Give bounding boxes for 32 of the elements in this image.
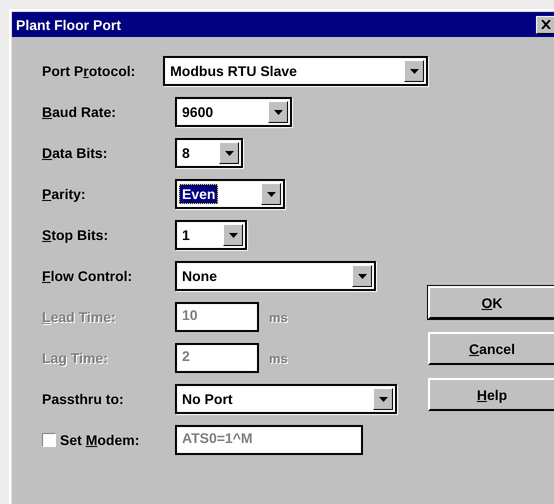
dropdown-value: 8 <box>181 144 191 163</box>
dialog-button[interactable]: Help <box>428 378 554 411</box>
field-label: Baud Rate: <box>42 104 116 120</box>
dropdown-value: 9600 <box>181 103 214 122</box>
close-icon <box>541 20 551 29</box>
field-label: Flow Control: <box>42 268 132 284</box>
dropdown[interactable]: No Port <box>175 384 397 414</box>
dropdown-value: Modbus RTU Slave <box>169 62 298 81</box>
dropdown[interactable]: 8 <box>175 138 243 168</box>
unit-label: ms <box>269 310 288 324</box>
dropdown[interactable]: 9600 <box>175 97 292 127</box>
field-label: Passthru to: <box>42 391 124 407</box>
dropdown[interactable]: None <box>175 261 376 291</box>
dropdown[interactable]: 1 <box>175 220 247 250</box>
field-label: Data Bits: <box>42 145 108 161</box>
field-label: Lead Time: <box>42 309 116 325</box>
dropdown-value: No Port <box>181 390 234 409</box>
dialog-button[interactable]: OK <box>428 286 554 319</box>
field-label: Parity: <box>42 186 86 202</box>
dropdown[interactable]: Modbus RTU Slave <box>163 56 428 86</box>
field-label: Lag Time: <box>42 350 108 366</box>
field-label: Port Protocol: <box>42 63 136 79</box>
dialog-button[interactable]: Cancel <box>428 332 554 365</box>
dropdown[interactable]: Even <box>175 179 285 209</box>
field-label: Stop Bits: <box>42 227 108 243</box>
unit-label: ms <box>269 350 288 366</box>
dropdown-value: 1 <box>181 226 191 245</box>
dropdown-value: None <box>181 267 218 286</box>
dropdown-value: Even <box>179 184 218 204</box>
close-button[interactable] <box>536 16 554 34</box>
window-title: Plant Floor Port <box>16 16 121 32</box>
field-label: Set Modem: <box>60 432 140 448</box>
